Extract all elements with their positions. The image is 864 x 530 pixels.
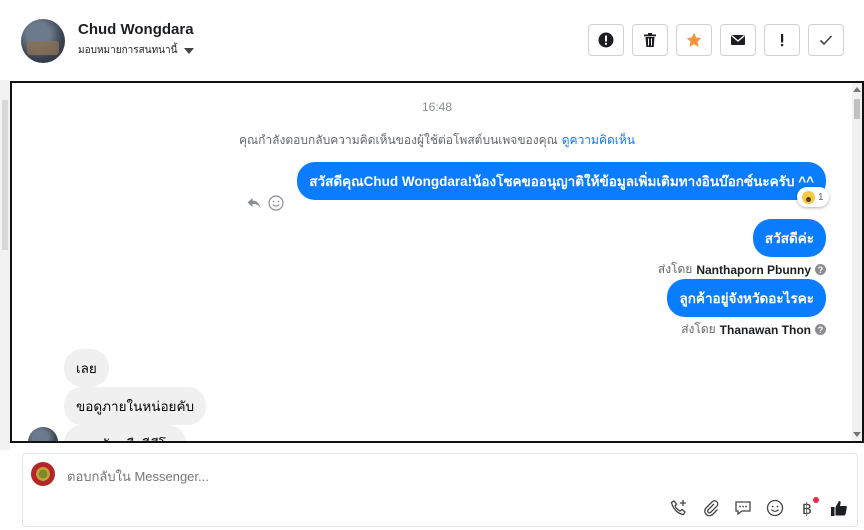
action-toolbar [588,24,844,56]
assign-label: มอบหมายการสนทนานี้ [78,45,178,56]
alert-circle-icon [598,32,614,48]
sender-name: Nanthaporn Pbunny [696,262,811,277]
sent-by-label: ส่งโดย [681,322,716,336]
comment-reply-notice: คุณกำลังตอบกลับความคิดเห็นของผู้ใช้ต่อโพ… [12,131,862,150]
paperclip-icon [704,500,719,517]
side-scrollbar-thumb[interactable] [2,100,8,250]
report-spam-button[interactable] [588,24,624,56]
contact-avatar-small [28,427,58,441]
star-icon [686,32,702,47]
notice-text: คุณกำลังตอบกลับความคิดเห็นของผู้ใช้ต่อโพ… [239,133,558,147]
add-call-button[interactable] [669,498,689,518]
scroll-down-arrow-icon[interactable] [853,432,861,437]
follow-up-button[interactable] [764,24,800,56]
contact-avatar[interactable] [21,19,65,63]
outgoing-message[interactable]: สวัสดีค่ะ [752,219,826,257]
sender-name: Thanawan Thon [719,322,811,337]
reply-icon[interactable] [246,195,262,211]
check-icon [819,35,833,46]
composer-tools: ฿ [669,497,849,518]
incoming-message[interactable]: รอบคันหรือวีดีโอ [64,425,187,441]
trash-icon [644,33,656,47]
attach-file-button[interactable] [701,498,721,518]
chat-bubble-icon [735,501,751,516]
delete-button[interactable] [632,24,668,56]
message-thread: 16:48 คุณกำลังตอบกลับความคิดเห็นของผู้ใช… [10,81,864,443]
thread-scrollbar[interactable] [852,83,862,441]
message-timestamp: 16:48 [421,100,453,114]
payment-button[interactable]: ฿ [797,497,819,518]
like-button[interactable] [829,498,849,518]
help-icon[interactable]: ? [815,324,826,335]
react-smiley-icon[interactable] [268,195,284,211]
scroll-up-arrow-icon[interactable] [853,87,861,92]
page-avatar [31,462,55,486]
view-comment-link[interactable]: ดูความคิดเห็น [562,133,635,147]
sent-by-info: ส่งโดย Nanthaporn Pbunny ? [658,260,826,279]
baht-icon: ฿ [801,498,813,518]
message-hover-tools [246,195,284,211]
notification-dot [813,497,819,503]
mark-done-button[interactable] [808,24,844,56]
smiley-icon [766,499,784,517]
outgoing-message[interactable]: ลูกค้าอยู่จังหวัดอะไรคะ [667,279,826,317]
mark-unread-button[interactable] [720,24,756,56]
contact-name[interactable]: Chud Wongdara [78,21,194,38]
conversation-header: Chud Wongdara มอบหมายการสนทนานี้ [0,0,864,80]
side-scrollbar[interactable] [0,80,10,450]
help-icon[interactable]: ? [815,264,826,275]
thread-scrollbar-thumb[interactable] [854,99,860,119]
reply-composer: ฿ [22,453,858,527]
wow-emoji-icon [802,190,815,204]
incoming-message[interactable]: เลย [64,349,109,387]
sent-by-info: ส่งโดย Thanawan Thon ? [681,320,826,339]
envelope-icon [731,34,745,45]
exclamation-icon [781,34,784,47]
emoji-button[interactable] [765,498,785,518]
incoming-message[interactable]: ขอดูภายในหน่อยคับ [64,387,207,425]
thumbs-up-icon [831,501,847,516]
sent-by-label: ส่งโดย [657,262,693,276]
reply-input[interactable] [67,469,667,484]
caret-down-icon [184,47,195,54]
message-reaction[interactable]: 1 [797,187,829,207]
reaction-count: 1 [818,191,824,203]
assign-conversation-dropdown[interactable]: มอบหมายการสนทนานี้ [78,43,195,58]
saved-replies-button[interactable] [733,498,753,518]
phone-plus-icon [670,500,686,516]
outgoing-message[interactable]: สวัสดีคุณChud Wongdara!น้องโชคขออนุญาติใ… [297,162,826,200]
star-button[interactable] [676,24,712,56]
